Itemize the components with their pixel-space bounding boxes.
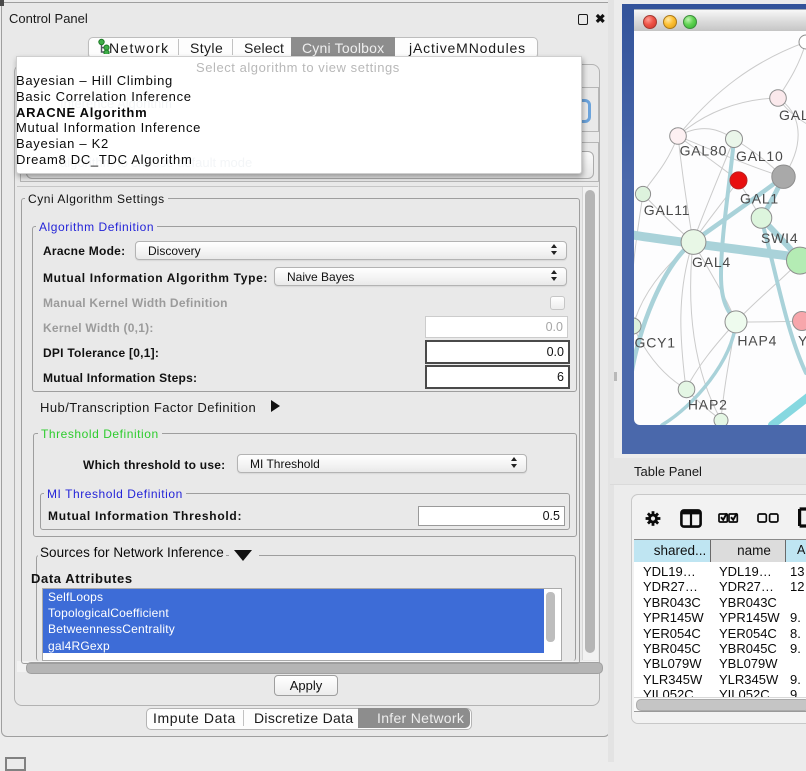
svg-text:Y: Y <box>798 333 806 349</box>
svg-text:GAL80: GAL80 <box>680 143 728 159</box>
svg-text:GAL11: GAL11 <box>644 202 691 218</box>
svg-text:GAL7: GAL7 <box>779 107 806 123</box>
svg-text:GAL4: GAL4 <box>692 254 731 270</box>
svg-text:GAL1: GAL1 <box>740 191 779 207</box>
svg-text:HAP2: HAP2 <box>688 397 728 413</box>
svg-text:SWI4: SWI4 <box>761 230 798 246</box>
svg-text:GAL10: GAL10 <box>736 148 784 164</box>
svg-text:HAP4: HAP4 <box>737 333 777 349</box>
svg-text:GCY1: GCY1 <box>635 335 676 351</box>
